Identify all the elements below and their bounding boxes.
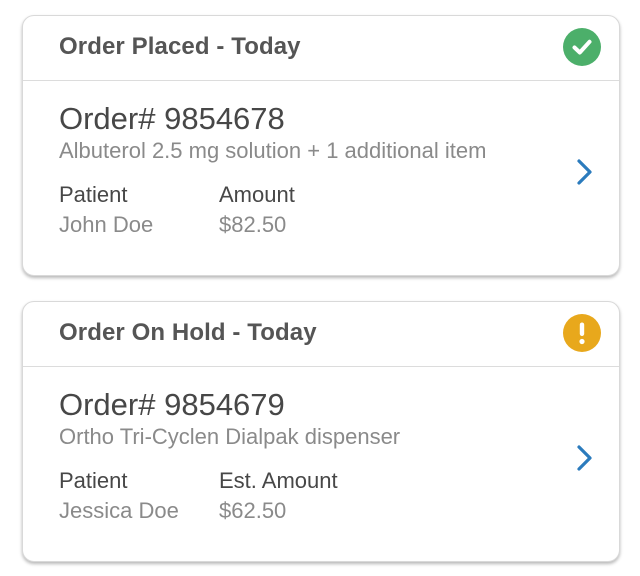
check-icon (563, 28, 601, 66)
order-card-header: Order Placed - Today (23, 16, 619, 81)
exclamation-icon (563, 314, 601, 352)
order-card-body: Order# 9854678 Albuterol 2.5 mg solution… (23, 81, 619, 277)
order-card[interactable]: Order On Hold - Today Order# 9854679 Ort… (22, 301, 620, 562)
order-card-body: Order# 9854679 Ortho Tri-Cyclen Dialpak … (23, 367, 619, 563)
orders-page: Order Placed - Today Order# 9854678 Albu… (0, 0, 640, 576)
patient-name: Jessica Doe (59, 498, 179, 523)
amount-label: Est. Amount (219, 468, 338, 493)
amount-label: Amount (219, 182, 295, 207)
order-card[interactable]: Order Placed - Today Order# 9854678 Albu… (22, 15, 620, 276)
patient-label: Patient (59, 468, 128, 493)
patient-name: John Doe (59, 212, 154, 237)
order-status-title: Order Placed - Today (59, 33, 301, 60)
order-items: Albuterol 2.5 mg solution + 1 additional… (59, 138, 487, 163)
order-items: Ortho Tri-Cyclen Dialpak dispenser (59, 424, 401, 449)
order-number: Order# 9854678 (59, 101, 285, 136)
amount-value: $62.50 (219, 498, 287, 523)
chevron-right-icon[interactable] (573, 443, 597, 473)
patient-label: Patient (59, 182, 128, 207)
order-status-title: Order On Hold - Today (59, 319, 317, 346)
order-card-header: Order On Hold - Today (23, 302, 619, 367)
order-number: Order# 9854679 (59, 387, 285, 422)
amount-value: $82.50 (219, 212, 287, 237)
chevron-right-icon[interactable] (573, 157, 597, 187)
